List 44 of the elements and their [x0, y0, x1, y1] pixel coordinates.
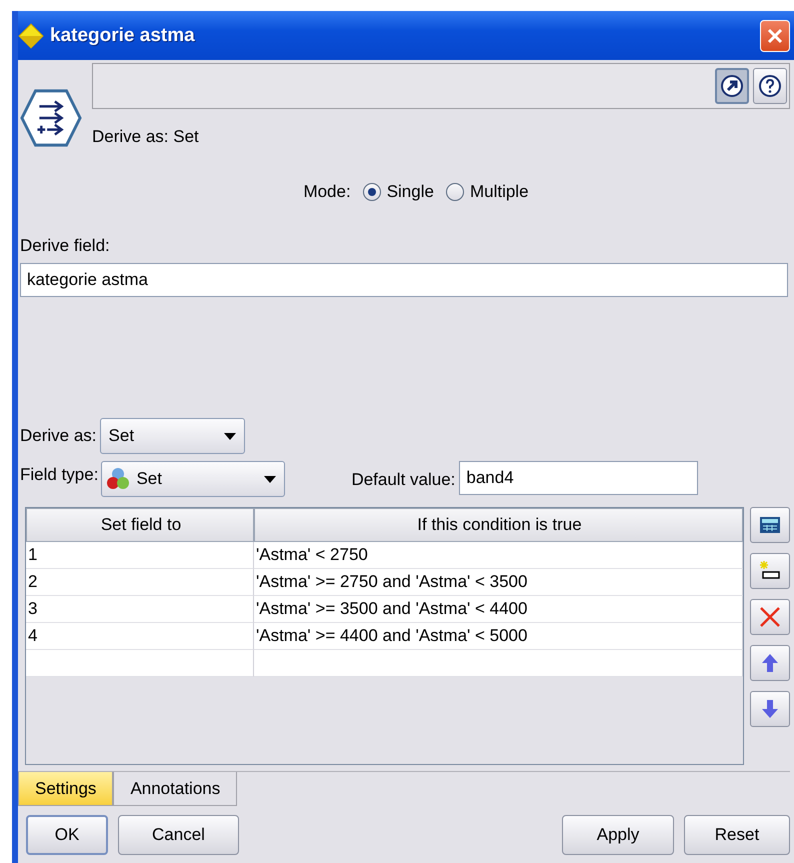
delete-button[interactable] [750, 599, 790, 635]
table-cell: 1 [26, 542, 254, 569]
reset-button[interactable]: Reset [684, 815, 790, 855]
add-row-button[interactable] [750, 553, 790, 589]
ok-button[interactable]: OK [26, 815, 108, 855]
field-type-label: Field type: [20, 465, 98, 485]
table-cell: 'Astma' >= 3500 and 'Astma' < 4400 [254, 596, 743, 623]
delete-icon [758, 605, 782, 629]
launch-button[interactable] [715, 68, 749, 104]
circles-icon [106, 467, 130, 491]
mode-label: Mode: [303, 182, 351, 202]
derive-node-icon [20, 87, 82, 149]
move-up-button[interactable] [750, 645, 790, 681]
default-value-input[interactable]: band4 [459, 461, 698, 495]
derive-as-label: Derive as: [20, 426, 97, 446]
table-cell: 'Astma' < 2750 [254, 542, 743, 569]
derive-as-dropdown[interactable]: Set [100, 418, 245, 454]
derive-field-input[interactable]: kategorie astma [20, 263, 788, 297]
node-subtitle: Derive as: Set [92, 127, 200, 147]
tab[interactable]: Settings [18, 772, 114, 806]
diamond-icon [18, 22, 44, 48]
caret-icon [264, 476, 276, 482]
table-cell: 'Astma' >= 4400 and 'Astma' < 5000 [254, 623, 743, 650]
column-header[interactable]: If this condition is true [254, 508, 743, 542]
default-value-label: Default value: [351, 470, 456, 490]
apply-button[interactable]: Apply [562, 815, 674, 855]
calculator-button[interactable] [750, 507, 790, 543]
move-down-button[interactable] [750, 691, 790, 727]
caret-icon [224, 432, 236, 440]
window-title: kategorie astma [50, 24, 196, 46]
tab[interactable]: Annotations [113, 772, 238, 806]
table-cell: 3 [26, 596, 254, 623]
mode-radio[interactable]: Multiple [446, 182, 529, 202]
column-header[interactable]: Set field to [26, 508, 254, 542]
field-type-dropdown[interactable]: Set [101, 461, 286, 497]
derive-field-label: Derive field: [20, 236, 111, 256]
table-cell: 2 [26, 569, 254, 596]
mode-radio[interactable]: Single [362, 182, 434, 202]
cancel-button[interactable]: Cancel [118, 815, 239, 855]
table-cell: 'Astma' >= 2750 and 'Astma' < 3500 [254, 569, 743, 596]
help-icon [758, 74, 782, 98]
help-button[interactable] [753, 68, 787, 104]
close-button[interactable] [760, 20, 790, 52]
table-cell: 4 [26, 623, 254, 650]
